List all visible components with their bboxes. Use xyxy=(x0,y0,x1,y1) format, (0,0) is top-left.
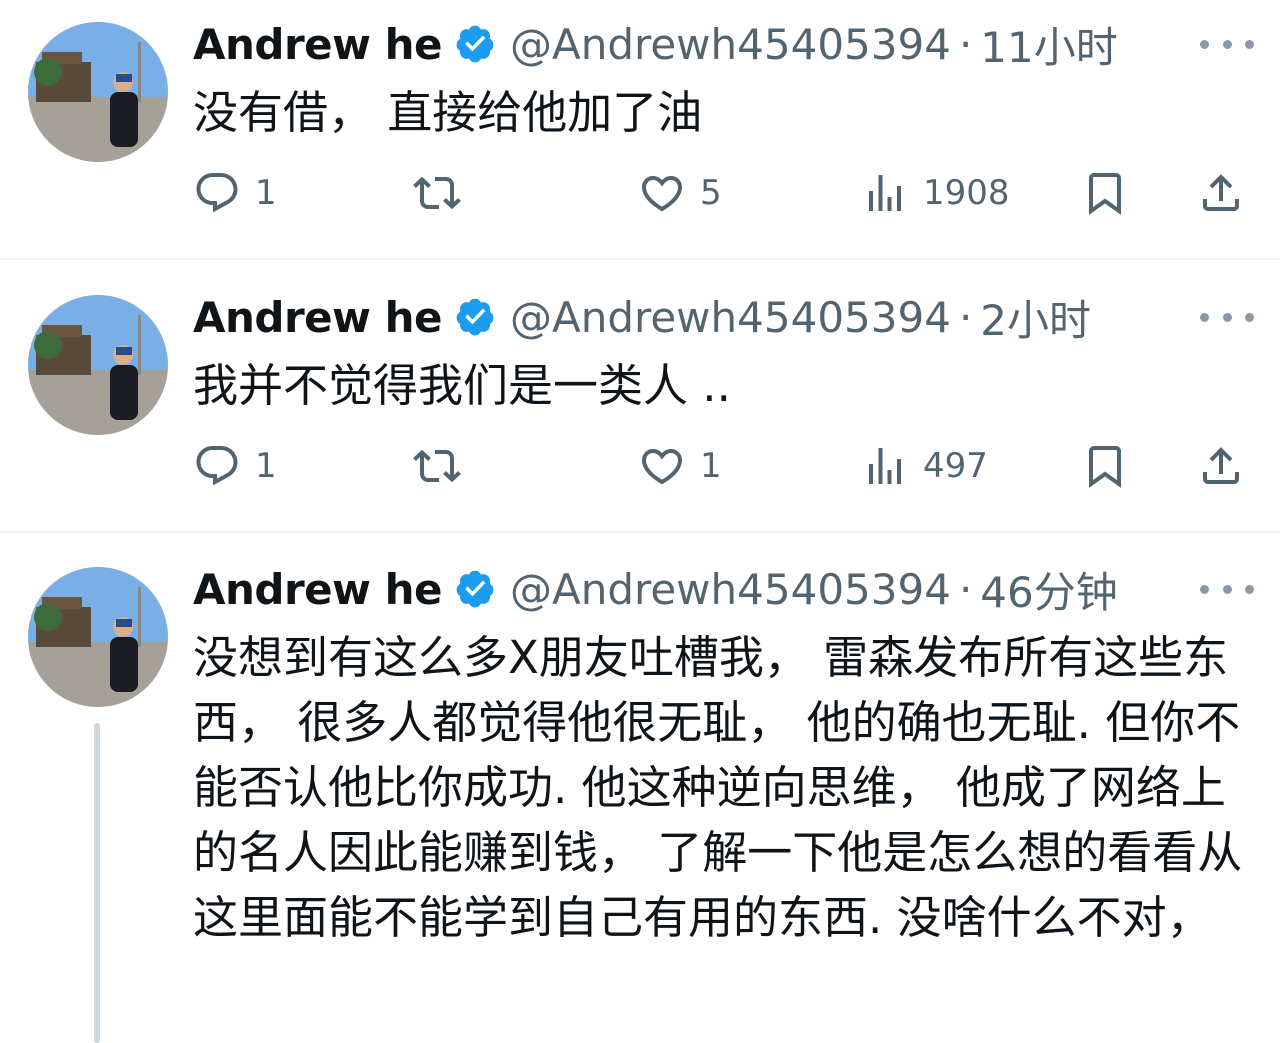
tweet[interactable]: Andrew he @Andrewh45405394 · 11小时 没有借， 直… xyxy=(0,0,1280,258)
author-name[interactable]: Andrew he xyxy=(193,20,442,69)
tweet-header: Andrew he @Andrewh45405394 · 2小时 xyxy=(193,289,1091,345)
retweet-button[interactable] xyxy=(413,168,461,218)
tweet-text: 没有借， 直接给他加了油 xyxy=(193,86,703,139)
retweet-icon xyxy=(413,449,461,483)
tweet-header: Andrew he @Andrewh45405394 · 11小时 xyxy=(193,16,1118,72)
share-button[interactable] xyxy=(1197,441,1245,491)
tweet-text: 我并不觉得我们是一类人 .. xyxy=(193,359,731,412)
verified-badge-icon xyxy=(456,298,494,336)
author-handle[interactable]: @Andrewh45405394 xyxy=(510,20,951,69)
author-name[interactable]: Andrew he xyxy=(193,293,442,342)
retweet-button[interactable] xyxy=(413,441,461,491)
retweet-icon xyxy=(413,176,461,210)
share-icon xyxy=(1203,447,1239,484)
reply-count: 1 xyxy=(255,173,277,213)
timestamp[interactable]: 11小时 xyxy=(980,14,1117,75)
tweet[interactable]: Andrew he @Andrewh45405394 · 2小时 我并不觉得我们… xyxy=(0,261,1280,531)
views-count: 1908 xyxy=(923,173,1010,213)
share-icon xyxy=(1203,174,1239,211)
like-button[interactable]: 1 xyxy=(638,441,722,491)
views-button[interactable]: 1908 xyxy=(861,168,1010,218)
bookmark-button[interactable] xyxy=(1081,168,1129,218)
reply-count: 1 xyxy=(255,446,277,486)
separator-dot: · xyxy=(958,19,973,69)
timestamp[interactable]: 46分钟 xyxy=(980,559,1117,620)
more-icon[interactable] xyxy=(1200,34,1254,54)
like-icon xyxy=(641,176,683,212)
views-icon xyxy=(869,448,901,484)
timestamp[interactable]: 2小时 xyxy=(980,287,1091,348)
reply-icon xyxy=(196,446,238,486)
bookmark-button[interactable] xyxy=(1081,441,1129,491)
action-bar: 1 1 497 xyxy=(193,441,1253,491)
verified-badge-icon xyxy=(456,570,494,608)
more-icon[interactable] xyxy=(1200,307,1254,327)
separator-dot: · xyxy=(958,564,973,614)
views-icon xyxy=(869,175,901,211)
reply-button[interactable]: 1 xyxy=(193,441,277,491)
reply-icon xyxy=(196,173,238,213)
tweet-text: 没想到有这么多X朋友吐槽我， 雷森发布所有这些东西， 很多人都觉得他很无耻， 他… xyxy=(193,631,1243,944)
tweet-header: Andrew he @Andrewh45405394 · 46分钟 xyxy=(193,561,1118,617)
like-count: 5 xyxy=(700,173,722,213)
bookmark-icon xyxy=(1089,446,1121,488)
tweet[interactable]: Andrew he @Andrewh45405394 · 46分钟 没想到有这么… xyxy=(0,533,1280,1043)
more-icon[interactable] xyxy=(1200,579,1254,599)
reply-button[interactable]: 1 xyxy=(193,168,277,218)
separator-dot: · xyxy=(958,292,973,342)
like-button[interactable]: 5 xyxy=(638,168,722,218)
thread-line xyxy=(94,723,100,1043)
views-button[interactable]: 497 xyxy=(861,441,988,491)
share-button[interactable] xyxy=(1197,168,1245,218)
views-count: 497 xyxy=(923,446,988,486)
verified-badge-icon xyxy=(456,25,494,63)
like-count: 1 xyxy=(700,446,722,486)
divider xyxy=(0,258,1280,260)
avatar[interactable] xyxy=(28,295,168,435)
action-bar: 1 5 1908 xyxy=(193,168,1253,218)
avatar[interactable] xyxy=(28,567,168,707)
bookmark-icon xyxy=(1089,173,1121,215)
author-handle[interactable]: @Andrewh45405394 xyxy=(510,565,951,614)
avatar[interactable] xyxy=(28,22,168,162)
author-handle[interactable]: @Andrewh45405394 xyxy=(510,293,951,342)
author-name[interactable]: Andrew he xyxy=(193,565,442,614)
like-icon xyxy=(641,449,683,485)
